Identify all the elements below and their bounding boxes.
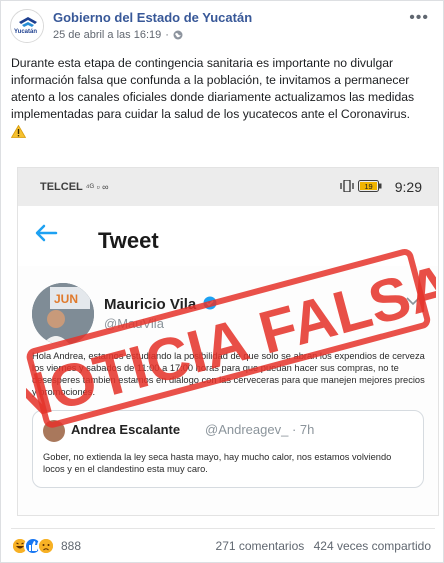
post-timestamp[interactable]: 25 de abril a las 16:19 xyxy=(53,29,161,41)
author-avatar: JUN xyxy=(32,283,94,345)
quote-avatar xyxy=(43,420,65,442)
reactions-summary[interactable]: 888 xyxy=(11,537,81,555)
avatar-banner-text: JUN xyxy=(54,292,78,306)
quoted-tweet: Andrea Escalante @Andreagev_ · 7h Gober,… xyxy=(32,410,424,488)
post-stats: 271 comentarios 424 veces compartido xyxy=(216,539,431,553)
yucatan-logo-icon xyxy=(11,10,43,42)
tweet-app-bar: Tweet xyxy=(18,206,438,266)
quote-body: Gober, no extienda la ley seca hasta may… xyxy=(43,452,392,474)
author-handle: @MauVila xyxy=(104,316,164,331)
carrier-name: TELCEL xyxy=(40,181,83,193)
attached-screenshot[interactable]: TELCEL ⁴ᴳ ▫ ∞ 19 9:29 Tweet JUN Mauricio… xyxy=(17,167,439,516)
page-name-link[interactable]: Gobierno del Estado de Yucatán xyxy=(53,10,252,25)
comments-count-link[interactable]: 271 comentarios xyxy=(216,539,305,553)
footer-divider xyxy=(11,528,435,529)
chevron-down-icon xyxy=(406,297,420,306)
shares-count-link[interactable]: 424 veces compartido xyxy=(314,539,431,553)
quote-time: · 7h xyxy=(291,422,315,437)
author-photo-icon: JUN xyxy=(32,283,94,345)
quote-meta: @Andreagev_ · 7h xyxy=(205,422,314,437)
status-icons: 19 xyxy=(340,180,382,192)
verified-badge-icon xyxy=(203,296,217,310)
phone-clock: 9:29 xyxy=(394,179,422,195)
network-indicators: ⁴ᴳ ▫ ∞ xyxy=(85,182,109,192)
post-meta: 25 de abril a las 16:19 · xyxy=(53,29,183,41)
quote-author-handle: @Andreagev_ xyxy=(205,422,289,437)
caption-text: Durante esta etapa de contingencia sanit… xyxy=(11,56,415,121)
more-options-icon[interactable]: ••• xyxy=(409,10,429,26)
reactions-count[interactable]: 888 xyxy=(61,539,81,553)
battery-icon: 19 xyxy=(358,180,382,192)
post-caption: Durante esta etapa de contingencia sanit… xyxy=(11,55,439,138)
phone-status-bar: TELCEL ⁴ᴳ ▫ ∞ 19 9:29 xyxy=(18,168,438,206)
avatar-text: Yucatán xyxy=(14,29,38,35)
facebook-post: Yucatán Gobierno del Estado de Yucatán 2… xyxy=(0,0,444,563)
page-avatar[interactable]: Yucatán xyxy=(10,9,44,43)
warning-icon xyxy=(11,125,26,138)
back-arrow-icon xyxy=(35,224,58,242)
tweet-body: Hola Andrea, estamos estudiando la posib… xyxy=(32,351,425,397)
meta-separator: · xyxy=(165,29,169,41)
quote-author-name: Andrea Escalante xyxy=(71,422,181,437)
stamp-text: NOTICIA FALSA xyxy=(26,251,436,434)
battery-level: 19 xyxy=(364,182,372,191)
vibrate-icon xyxy=(340,180,354,192)
post-header: Yucatán Gobierno del Estado de Yucatán 2… xyxy=(1,1,444,49)
globe-icon[interactable] xyxy=(173,30,183,40)
sad-reaction-icon xyxy=(37,537,55,555)
carrier-label: TELCEL ⁴ᴳ ▫ ∞ xyxy=(40,181,109,193)
screen-title: Tweet xyxy=(98,228,159,253)
author-name: Mauricio Vila xyxy=(104,296,197,313)
